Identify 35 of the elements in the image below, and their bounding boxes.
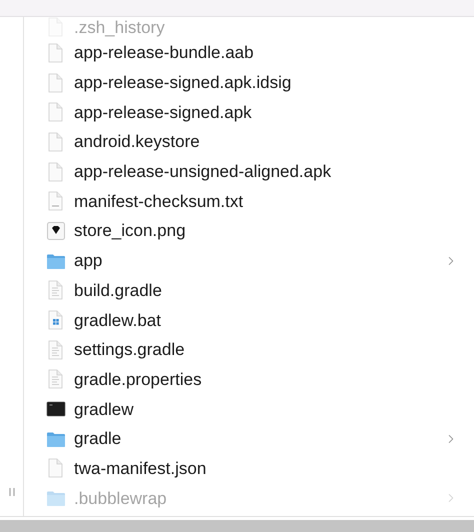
file-row[interactable]: app <box>24 246 474 276</box>
gem-image-icon <box>46 220 66 241</box>
file-row[interactable]: build.gradle <box>24 276 474 306</box>
file-row[interactable]: app-release-signed.apk <box>24 97 474 128</box>
file-row[interactable]: settings.gradle <box>24 334 474 365</box>
file-name: build.gradle <box>74 280 163 301</box>
file-row[interactable]: app-release-bundle.aab <box>24 38 474 68</box>
file-row[interactable]: app-release-unsigned-aligned.apk <box>24 156 474 186</box>
file-name: .zsh_history <box>74 17 166 38</box>
resize-handle-icon[interactable] <box>8 488 14 496</box>
file-row[interactable]: gradle <box>24 424 474 454</box>
file-name: gradlew <box>74 398 135 420</box>
file-row[interactable]: gradle.properties <box>24 364 474 394</box>
file-name: app-release-signed.apk.idsig <box>74 72 292 94</box>
file-name: settings.gradle <box>74 339 186 360</box>
file-name: app <box>74 250 104 272</box>
file-name: store_icon.png <box>74 220 187 242</box>
file-row[interactable]: gradlew <box>24 394 474 424</box>
file-row[interactable]: manifest-checksum.txt <box>24 186 474 216</box>
file-name: app-release-unsigned-aligned.apk <box>74 161 332 182</box>
file-name: .bubblewrap <box>74 488 168 509</box>
file-row[interactable]: android.keystore <box>24 127 474 157</box>
file-name: gradle.properties <box>74 368 203 390</box>
file-name: app-release-signed.apk <box>74 102 253 123</box>
terminal-icon <box>46 399 66 420</box>
file-row[interactable]: gradlew.bat <box>24 305 474 335</box>
file-name: gradle <box>74 428 122 450</box>
file-row[interactable]: app-release-signed.apk.idsig <box>24 68 474 98</box>
file-name: gradlew.bat <box>74 310 162 331</box>
file-name: android.keystore <box>74 131 201 152</box>
file-row[interactable]: store_icon.png <box>24 216 474 246</box>
file-name: app-release-bundle.aab <box>74 42 255 64</box>
file-name: manifest-checksum.txt <box>74 190 244 212</box>
file-row[interactable]: twa-manifest.json <box>24 454 474 484</box>
file-name: twa-manifest.json <box>74 458 208 479</box>
